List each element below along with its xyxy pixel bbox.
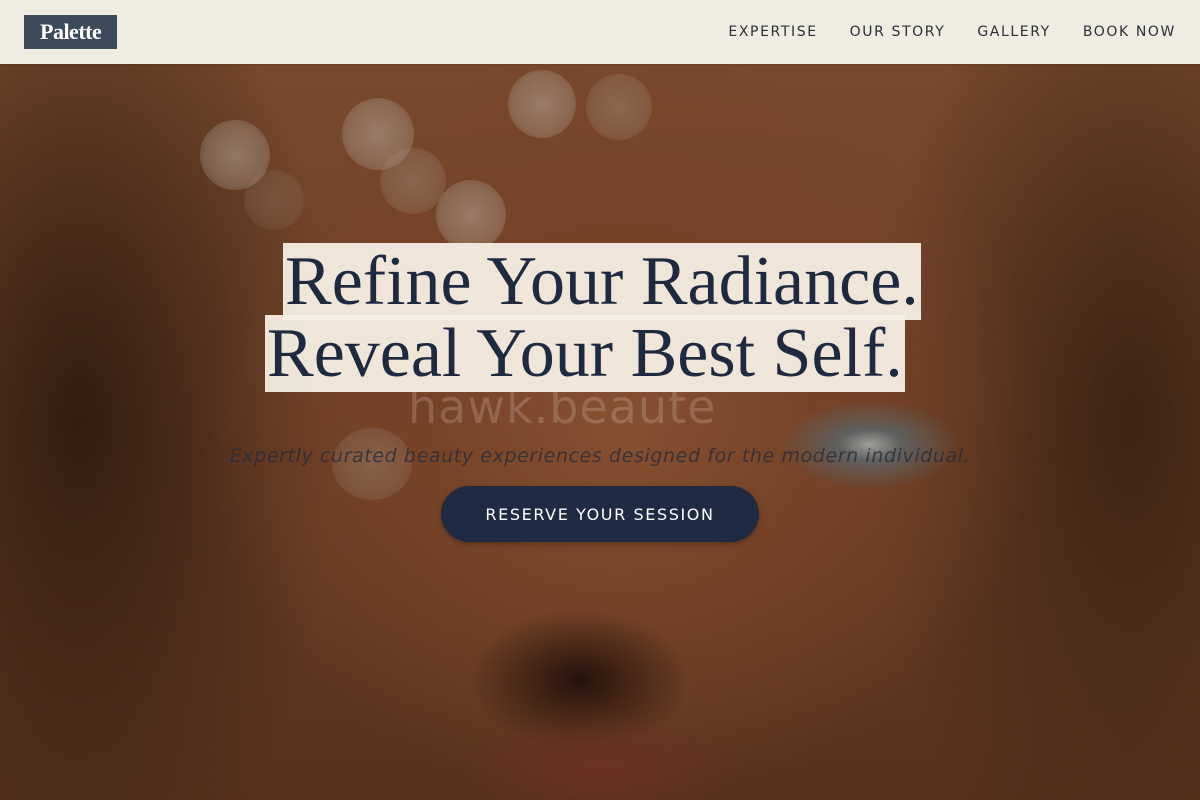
page: hawk.beaute Palette EXPERTISE OUR STORY …: [0, 0, 1200, 800]
nav-link-our-story[interactable]: OUR STORY: [850, 24, 946, 40]
main-nav: EXPERTISE OUR STORY GALLERY BOOK NOW: [728, 0, 1176, 64]
reserve-session-button[interactable]: RESERVE YOUR SESSION: [441, 486, 759, 542]
hero-title-line-1-text: Refine Your Radiance.: [283, 243, 921, 320]
site-header: Palette EXPERTISE OUR STORY GALLERY BOOK…: [0, 0, 1200, 64]
nav-link-book-now[interactable]: BOOK NOW: [1083, 24, 1176, 40]
hero-subtitle: Expertly curated beauty experiences desi…: [229, 445, 971, 467]
hero-title: Refine Your Radiance. Reveal Your Best S…: [265, 243, 935, 392]
brand-logo[interactable]: Palette: [24, 15, 118, 49]
hero-title-line-1: Refine Your Radiance.: [265, 243, 935, 320]
nav-link-gallery[interactable]: GALLERY: [977, 24, 1050, 40]
hero-title-line-2: Reveal Your Best Self.: [265, 315, 935, 392]
nav-link-expertise[interactable]: EXPERTISE: [728, 24, 817, 40]
hero-title-line-2-text: Reveal Your Best Self.: [265, 315, 905, 392]
